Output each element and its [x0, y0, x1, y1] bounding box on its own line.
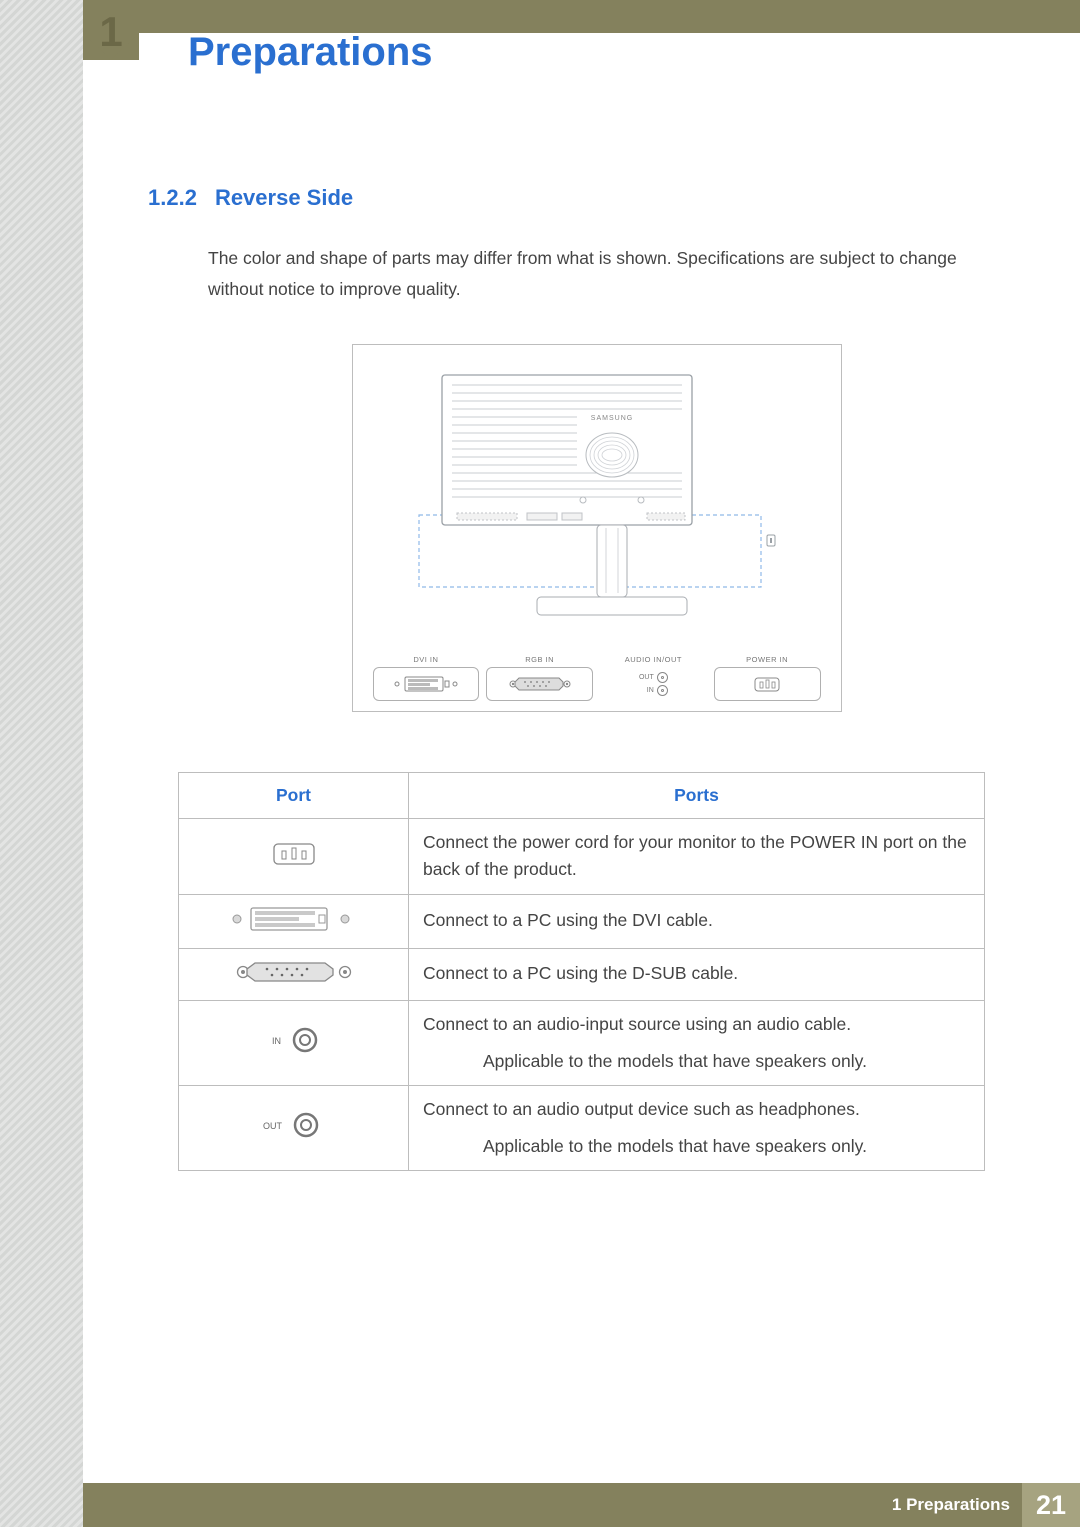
- port-label: AUDIO IN/OUT: [625, 655, 682, 664]
- table-row: OUT Connect to an audio output device su…: [179, 1085, 985, 1170]
- port-rgb-in: RGB IN: [486, 655, 593, 701]
- desc-text: Connect to an audio output device such a…: [423, 1099, 860, 1119]
- power-in-icon: [266, 839, 322, 869]
- table-row: Connect the power cord for your monitor …: [179, 819, 985, 894]
- footer-page-number: 21: [1022, 1483, 1080, 1527]
- desc-text: Connect to an audio-input source using a…: [423, 1014, 851, 1034]
- port-label: POWER IN: [746, 655, 788, 664]
- table-row: Connect to a PC using the D-SUB cable.: [179, 948, 985, 1000]
- dsub-icon: [505, 675, 575, 693]
- port-icon-cell: [179, 819, 409, 894]
- dvi-icon: [219, 905, 369, 933]
- section-heading: 1.2.2 Reverse Side: [148, 185, 985, 211]
- table-row: IN Connect to an audio-input source usin…: [179, 1000, 985, 1085]
- dvi-icon: [391, 675, 461, 693]
- intro-paragraph: The color and shape of parts may differ …: [208, 243, 985, 304]
- desc-cell: Connect to an audio-input source using a…: [409, 1000, 985, 1085]
- svg-text:SAMSUNG: SAMSUNG: [590, 415, 632, 422]
- ports-row: DVI IN: [373, 655, 821, 701]
- port-icon-cell: [179, 948, 409, 1000]
- ports-table-wrap: Port Ports Connect the power cord for yo: [178, 772, 985, 1171]
- desc-cell: Connect to a PC using the D-SUB cable.: [409, 948, 985, 1000]
- svg-text:OUT: OUT: [263, 1121, 283, 1131]
- desc-cell: Connect to an audio output device such a…: [409, 1085, 985, 1170]
- diagram-area: SAMSUNG: [208, 344, 985, 712]
- audio-out-icon: OUT: [246, 1109, 342, 1141]
- port-power-in: POWER IN: [714, 655, 821, 701]
- table-header-row: Port Ports: [179, 773, 985, 819]
- dsub-icon: [229, 959, 359, 985]
- port-icon-cell: OUT: [179, 1085, 409, 1170]
- desc-cell: Connect the power cord for your monitor …: [409, 819, 985, 894]
- kensington-lock-icon: [767, 535, 775, 546]
- chapter-tab: 1: [83, 0, 139, 60]
- audio-jack-icon: [657, 672, 668, 683]
- desc-note: Applicable to the models that have speak…: [423, 1133, 970, 1160]
- top-bar: [83, 0, 1080, 33]
- diagram-box: SAMSUNG: [352, 344, 842, 712]
- footer-label: 1 Preparations: [892, 1495, 1010, 1515]
- audio-out-label: OUT: [639, 674, 654, 681]
- th-port: Port: [179, 773, 409, 819]
- port-audio: AUDIO IN/OUT OUT IN: [600, 655, 707, 701]
- audio-jack-icon: [657, 685, 668, 696]
- left-gutter: [0, 0, 83, 1527]
- power-in-icon: [747, 674, 787, 694]
- footer-bar: 1 Preparations 21: [83, 1483, 1080, 1527]
- th-ports-desc: Ports: [409, 773, 985, 819]
- monitor-illustration: SAMSUNG: [397, 365, 797, 635]
- page-title: Preparations: [188, 30, 433, 75]
- section-number: 1.2.2: [148, 185, 197, 210]
- port-icon-cell: [179, 894, 409, 948]
- section-title: Reverse Side: [215, 185, 353, 210]
- audio-in-label: IN: [647, 687, 654, 694]
- audio-in-icon: IN: [249, 1024, 339, 1056]
- svg-text:1: 1: [99, 8, 122, 55]
- desc-note: Applicable to the models that have speak…: [423, 1048, 970, 1075]
- port-icon-cell: IN: [179, 1000, 409, 1085]
- table-row: Connect to a PC using the DVI cable.: [179, 894, 985, 948]
- content-area: 1.2.2 Reverse Side The color and shape of…: [148, 185, 985, 1171]
- ports-table: Port Ports Connect the power cord for yo: [178, 772, 985, 1171]
- port-label: RGB IN: [525, 655, 554, 664]
- desc-cell: Connect to a PC using the DVI cable.: [409, 894, 985, 948]
- svg-text:IN: IN: [272, 1036, 281, 1046]
- port-dvi-in: DVI IN: [373, 655, 480, 701]
- chapter-number-icon: 1: [83, 0, 139, 60]
- port-label: DVI IN: [413, 655, 438, 664]
